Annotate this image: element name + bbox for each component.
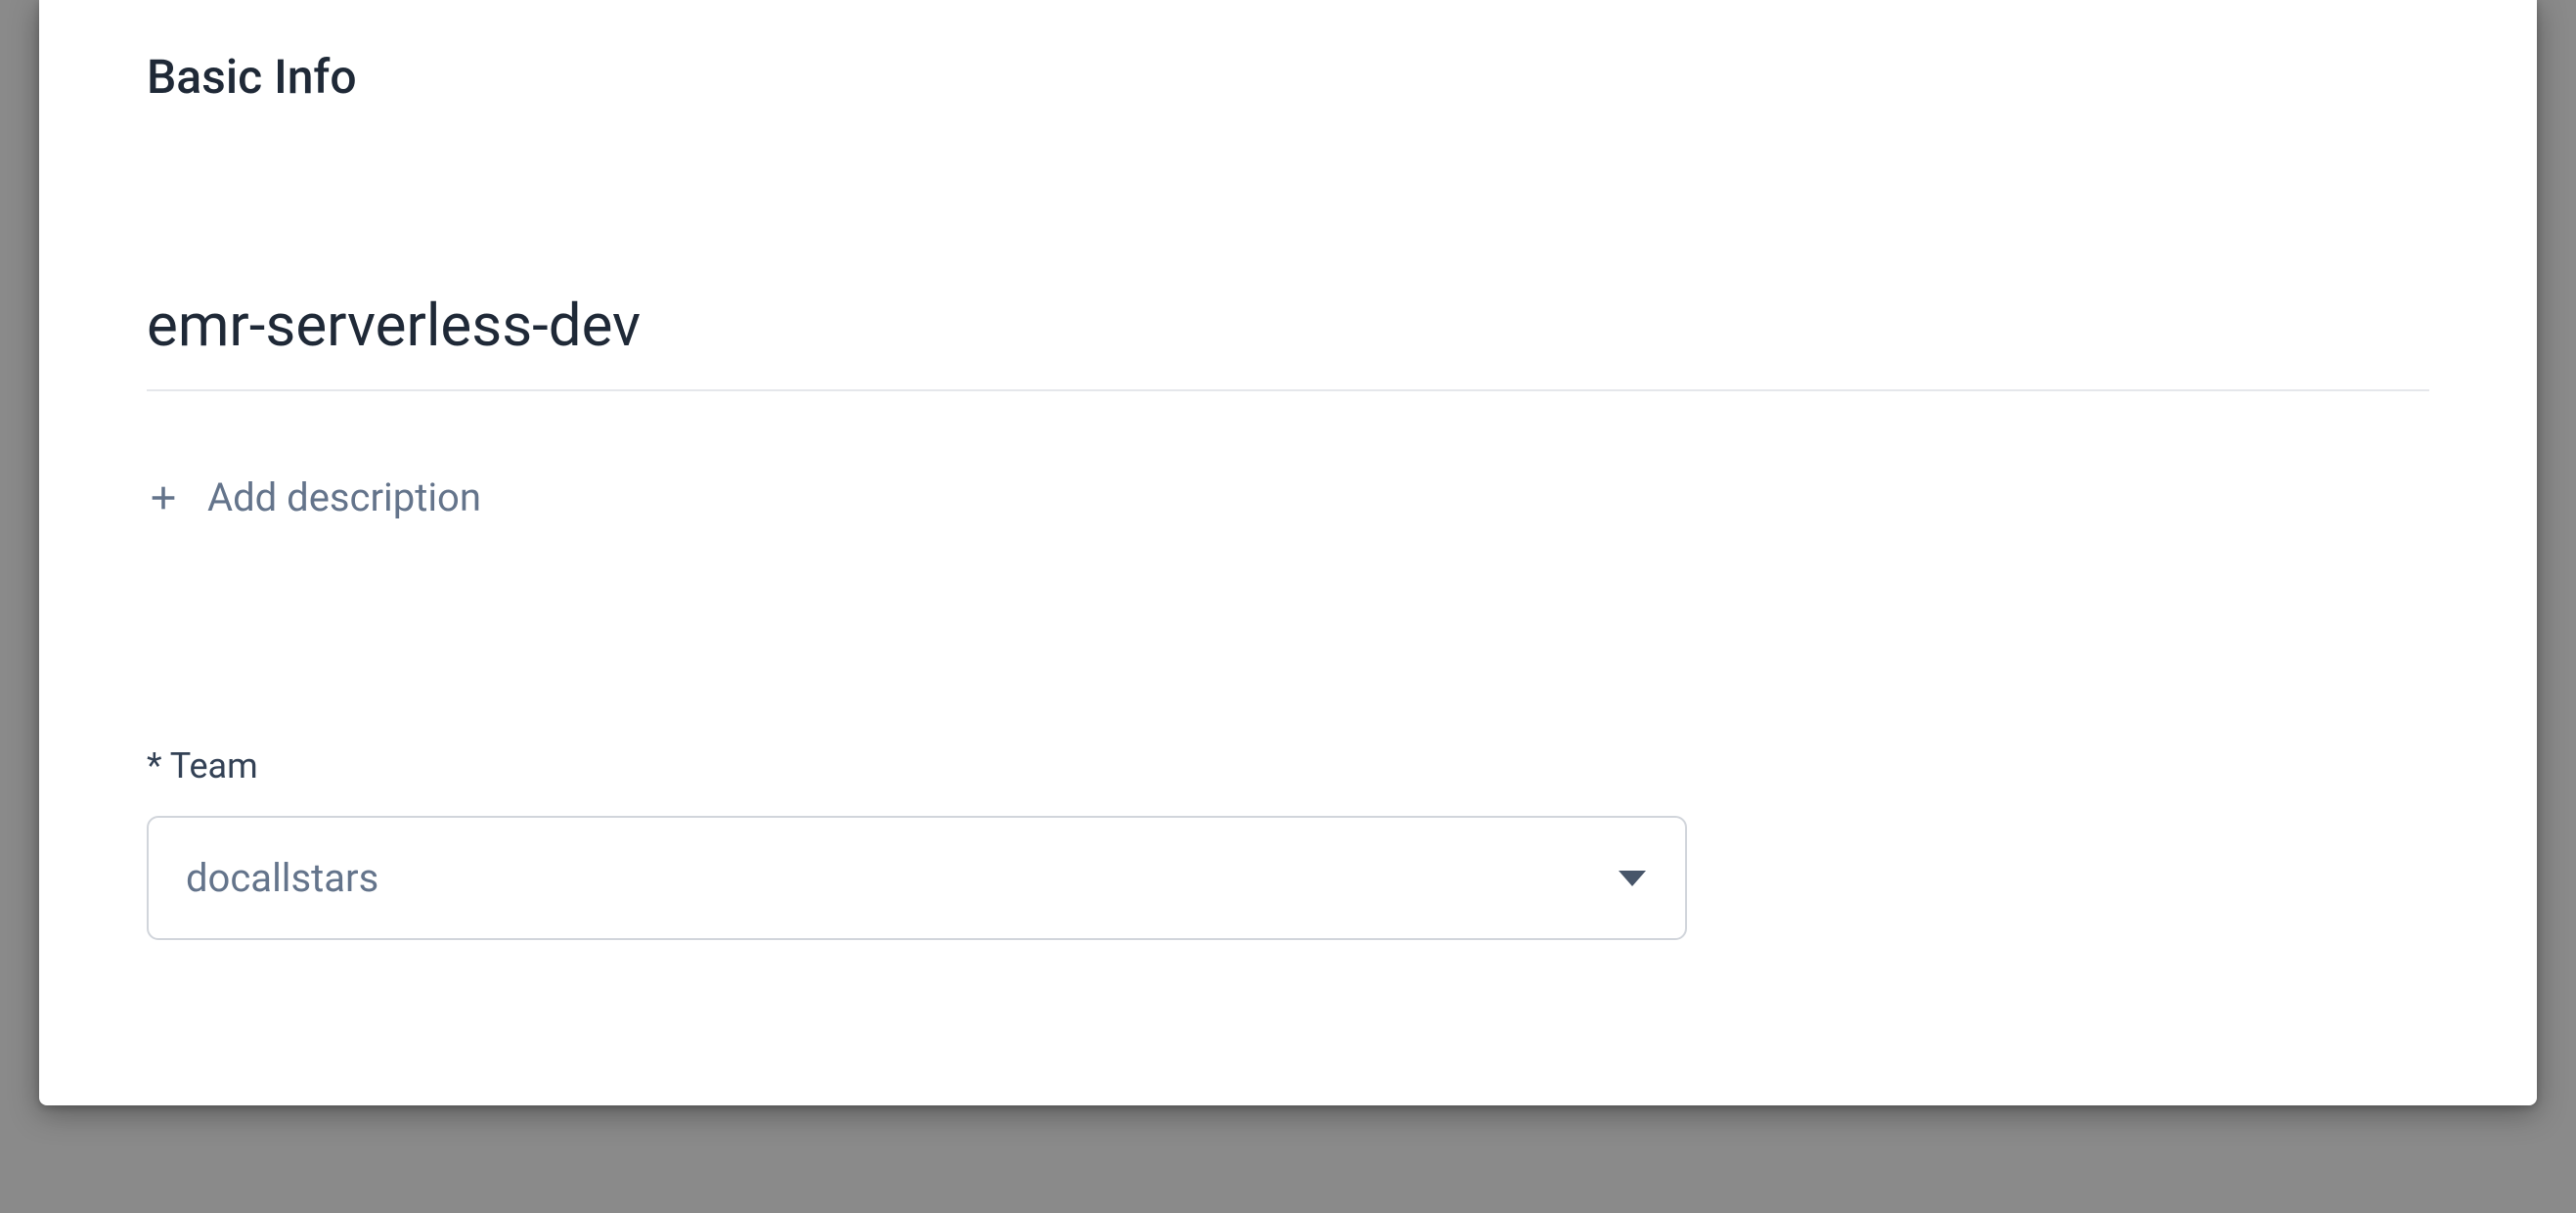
- team-field-group: * Team docallstars: [147, 745, 2429, 940]
- plus-icon: [147, 481, 180, 515]
- name-input[interactable]: [147, 281, 2429, 391]
- basic-info-card: Basic Info Add description * Team docall…: [39, 0, 2537, 1105]
- team-label: * Team: [147, 745, 2429, 786]
- team-select-wrapper: docallstars: [147, 816, 1687, 940]
- section-title: Basic Info: [147, 49, 2429, 105]
- team-select[interactable]: docallstars: [147, 816, 1687, 940]
- team-select-value: docallstars: [186, 855, 378, 901]
- add-description-button[interactable]: Add description: [147, 474, 481, 520]
- add-description-label: Add description: [207, 474, 481, 520]
